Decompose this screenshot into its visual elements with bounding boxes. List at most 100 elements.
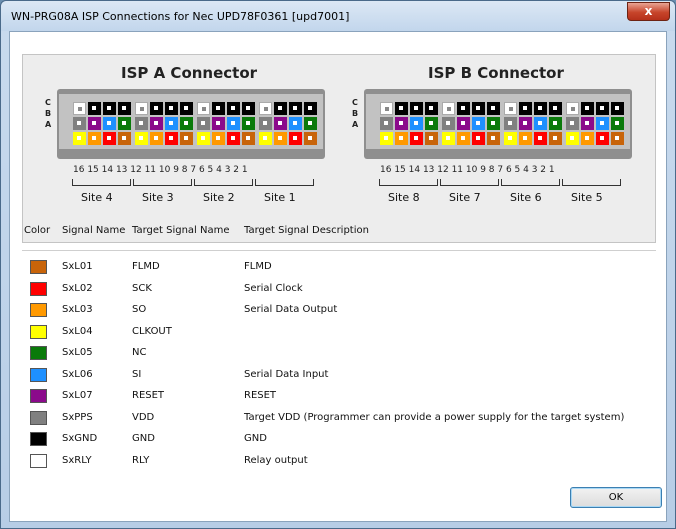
signal-name: SxL02 xyxy=(62,282,93,294)
connector-pin xyxy=(457,132,470,145)
connector-pin xyxy=(504,117,517,130)
target-signal-name: CLKOUT xyxy=(132,325,172,337)
connector-pin xyxy=(566,102,579,115)
color-swatch xyxy=(30,367,47,382)
signal-description: Target VDD (Programmer can provide a pow… xyxy=(244,411,625,423)
connector-pin xyxy=(259,132,272,145)
header-signal-name: Signal Name xyxy=(62,225,126,236)
connector-housing xyxy=(59,94,323,149)
connector-pin xyxy=(410,117,423,130)
color-swatch xyxy=(30,389,47,403)
color-swatch xyxy=(30,410,47,425)
connector-pin xyxy=(304,132,317,145)
signal-name: SxL04 xyxy=(62,325,93,337)
connector-pin xyxy=(395,117,408,130)
connector-title: ISP A Connector xyxy=(121,64,258,82)
connector-pin xyxy=(395,132,408,145)
color-swatch xyxy=(30,346,47,360)
signal-name: SxGND xyxy=(62,433,98,444)
site-bracket xyxy=(440,179,499,186)
row-letter: B xyxy=(45,109,52,118)
signal-description: Serial Clock xyxy=(244,282,303,294)
site-label: Site 5 xyxy=(571,191,603,204)
connector-pin xyxy=(581,132,594,145)
connector-pin xyxy=(212,117,225,130)
target-signal-name: SCK xyxy=(132,282,152,294)
row-letter: A xyxy=(45,120,52,129)
connector-pin xyxy=(289,132,302,145)
connector-pin xyxy=(212,102,225,115)
target-signal-name: GND xyxy=(132,433,155,444)
connector-pin xyxy=(425,102,438,115)
connector-pin xyxy=(73,117,86,130)
site-bracket xyxy=(72,179,131,186)
connector-pin xyxy=(472,132,485,145)
connector-pin xyxy=(380,102,393,115)
connector-pin xyxy=(118,102,131,115)
connector-pin xyxy=(304,102,317,115)
signal-name: SxL06 xyxy=(62,368,93,380)
pin-row xyxy=(73,102,317,116)
connector-pin xyxy=(457,102,470,115)
connector-pin xyxy=(150,132,163,145)
connector-pin xyxy=(135,102,148,115)
connector-pin xyxy=(380,117,393,130)
pin-row xyxy=(73,117,317,131)
connector-pin xyxy=(487,102,500,115)
pin-row xyxy=(380,132,624,146)
site-bracket xyxy=(255,179,314,186)
connector-pin xyxy=(118,132,131,145)
title-bar[interactable]: WN-PRG08A ISP Connections for Nec UPD78F… xyxy=(1,1,675,31)
site-label: Site 2 xyxy=(203,191,235,204)
ok-button[interactable]: OK xyxy=(570,487,662,508)
site-label: Site 6 xyxy=(510,191,542,204)
connector-pin xyxy=(135,117,148,130)
site-label: Site 7 xyxy=(449,191,481,204)
connector-pin xyxy=(519,132,532,145)
connector-pin xyxy=(150,102,163,115)
connector-pin xyxy=(425,132,438,145)
connector-pin xyxy=(504,102,517,115)
signal-name: SxL05 xyxy=(62,347,93,358)
window-title: WN-PRG08A ISP Connections for Nec UPD78F… xyxy=(11,10,350,23)
connector-pin xyxy=(88,117,101,130)
connector-pin xyxy=(596,102,609,115)
connector-panel: ISP A Connector C B A 16 15 14 13 12 11 10 9… xyxy=(22,54,656,243)
connector-pin xyxy=(519,102,532,115)
connector-pin xyxy=(472,117,485,130)
connector-pin xyxy=(487,117,500,130)
connector-pin xyxy=(227,132,240,145)
site-bracket xyxy=(562,179,621,186)
site-bracket xyxy=(379,179,438,186)
connector-pin xyxy=(519,117,532,130)
row-letter: A xyxy=(352,120,359,129)
connector-pin xyxy=(165,117,178,130)
close-button[interactable]: x xyxy=(627,2,670,21)
target-signal-name: SI xyxy=(132,368,142,380)
color-swatch xyxy=(30,453,47,468)
connector-pin xyxy=(150,117,163,130)
close-icon: x xyxy=(644,4,653,18)
site-bracket xyxy=(133,179,192,186)
pin-numbers: 16 15 14 13 12 11 10 9 8 7 6 5 4 3 2 1 xyxy=(380,165,555,175)
target-signal-name: RESET xyxy=(132,390,165,401)
connector-pin xyxy=(103,132,116,145)
color-swatch xyxy=(30,324,47,339)
site-bracket xyxy=(194,179,253,186)
connector-pin xyxy=(73,132,86,145)
connector-pin xyxy=(457,117,470,130)
connector-pin xyxy=(611,102,624,115)
connector-pin xyxy=(259,102,272,115)
target-signal-name: FLMD xyxy=(132,261,160,272)
site-label: Site 3 xyxy=(142,191,174,204)
connector-housing xyxy=(366,94,630,149)
pin-row xyxy=(73,132,317,146)
target-signal-name: NC xyxy=(132,347,147,358)
header-target-signal-description: Target Signal Description xyxy=(244,225,369,236)
connector-pin xyxy=(274,132,287,145)
connector-title: ISP B Connector xyxy=(428,64,564,82)
connector-pin xyxy=(549,117,562,130)
connector-pin xyxy=(380,132,393,145)
connector-pin xyxy=(442,132,455,145)
connector-pin xyxy=(566,117,579,130)
